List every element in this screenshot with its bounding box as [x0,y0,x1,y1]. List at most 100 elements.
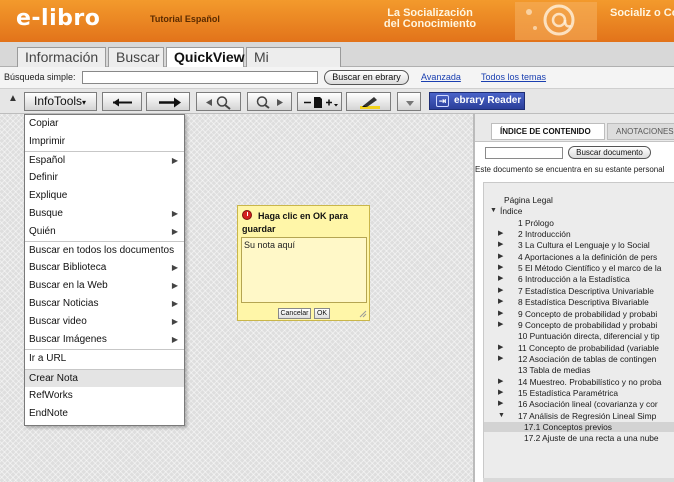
zoom-in-button[interactable] [247,92,292,111]
toc-item[interactable]: 10 Puntuación directa, diferencial y tip [484,331,674,341]
all-topics-link[interactable]: Todos los temas [481,72,546,82]
menu-item-quien[interactable]: Quién ▶ [25,223,184,241]
toc-item-label: 17.2 Ajuste de una recta a una nube [524,433,659,444]
collapsed-triangle-icon[interactable]: ▶ [498,274,503,284]
collapsed-triangle-icon[interactable]: ▶ [498,240,503,250]
toc-item[interactable]: ▶ 6 Introducción a la Estadística [484,274,674,284]
toc-item[interactable]: ▼ Índice [484,206,674,216]
menu-item-label: Crear Nota [29,373,78,384]
simple-search-bar: Búsqueda simple: Buscar en ebrary Avanza… [0,67,674,89]
toc-item[interactable]: ▶ 11 Concepto de probabilidad (variable [484,343,674,353]
note-textarea[interactable]: Su nota aquí [241,237,367,303]
collapsed-triangle-icon[interactable]: ▶ [498,388,503,398]
advanced-search-link[interactable]: Avanzada [421,72,461,82]
tab-anotaciones[interactable]: ANOTACIONES [607,123,674,140]
menu-item-explique[interactable]: Explique [25,187,184,205]
menu-item-buscar-imagenes[interactable]: Buscar Imágenes ▶ [25,331,184,349]
document-search-input[interactable] [485,147,563,159]
toc-item[interactable]: 17.2 Ajuste de una recta a una nube [484,433,674,443]
search-input[interactable] [82,71,318,84]
search-document-button[interactable]: Buscar documento [568,146,651,159]
toc-item[interactable]: ▶ 2 Introducción [484,229,674,239]
logo[interactable]: e-libro [16,6,100,31]
previous-page-button[interactable] [102,92,142,111]
menu-item-label: Buscar video [29,316,87,327]
highlighter-icon [360,97,380,109]
toc-item[interactable]: ▶ 15 Estadística Paramétrica [484,388,674,398]
menu-item-buscar-web[interactable]: Buscar en la Web ▶ [25,277,184,295]
toc-item[interactable]: ▶ 8 Estadística Descriptiva Bivariable [484,297,674,307]
menu-item-definir[interactable]: Definir [25,169,184,187]
menu-item-label: Buscar Imágenes [29,334,107,345]
collapsed-triangle-icon[interactable]: ▶ [498,320,503,330]
tab-buscar[interactable]: Buscar [108,47,164,67]
tab-indice-contenido[interactable]: ÍNDICE DE CONTENIDO [491,123,605,140]
forward-arrow-icon [159,97,181,108]
expanded-triangle-icon[interactable]: ▼ [490,206,497,216]
dropdown-icon [406,101,414,106]
toc-item[interactable]: ▶ 14 Muestreo. Probabilístico y no proba [484,377,674,387]
collapsed-triangle-icon[interactable]: ▶ [498,354,503,364]
menu-item-ir-url[interactable]: Ir a URL [25,349,184,367]
tab-mi-estanteria[interactable]: Mi Estantería [246,47,341,84]
menu-item-crear-nota[interactable]: Crear Nota [25,369,184,387]
toc-item-label: 4 Aportaciones a la definición de pers [518,251,658,262]
menu-item-buscar-noticias[interactable]: Buscar Noticias ▶ [25,295,184,313]
toc-item[interactable]: ▶ 3 La Cultura el Lenguaje y lo Social [484,240,674,250]
toc-item[interactable]: ▶ 12 Asociación de tablas de contingen [484,354,674,364]
toc-item[interactable]: 17.1 Conceptos previos [484,422,674,432]
next-page-button[interactable] [146,92,190,111]
menu-item-buscar-video[interactable]: Buscar video ▶ [25,313,184,331]
toc-item[interactable]: ▶ 5 El Método Científico y el marco de la [484,263,674,273]
menu-item-endnote[interactable]: EndNote [25,405,184,423]
collapsed-triangle-icon[interactable]: ▶ [498,377,503,387]
add-page-icon [304,97,338,108]
expanded-triangle-icon[interactable]: ▼ [498,411,505,421]
page-options-button[interactable] [297,92,342,111]
submenu-arrow-icon: ▶ [171,335,178,344]
sticky-note[interactable]: Haga clic en OK para guardar Su nota aqu… [237,205,370,321]
more-options-button[interactable] [397,92,421,111]
resize-grip-icon[interactable] [359,310,367,318]
toc-item[interactable]: ▶ 16 Asociación lineal (covarianza y cor [484,399,674,409]
tab-quickview[interactable]: QuickView [166,47,245,68]
menu-item-espanol[interactable]: Español ▶ [25,151,184,169]
note-ok-button[interactable]: OK [314,308,330,319]
toc-item-label: 13 Tabla de medias [518,365,591,376]
submenu-arrow-icon: ▶ [171,209,178,218]
collapsed-triangle-icon[interactable]: ▶ [498,297,503,307]
collapsed-triangle-icon[interactable]: ▶ [498,343,503,353]
menu-item-buscar-todos[interactable]: Buscar en todos los documentos [25,241,184,259]
toc-item[interactable]: ▶ 7 Estadística Descriptiva Univariable [484,286,674,296]
infotools-button[interactable]: InfoTools▾ [24,92,97,111]
toc-item[interactable]: ▶ 4 Aportaciones a la definición de pers [484,252,674,262]
menu-item-label: Explique [29,190,68,201]
toc-item[interactable]: 13 Tabla de medias [484,365,674,375]
collapse-toolbar-icon[interactable]: ▲ [8,93,18,104]
note-cancel-button[interactable]: Cancelar [278,308,311,319]
menu-item-copiar[interactable]: Copiar [25,115,184,133]
collapsed-triangle-icon[interactable]: ▶ [498,399,503,409]
menu-item-busque[interactable]: Busque ▶ [25,205,184,223]
toc-item[interactable]: ▼ 17 Análisis de Regresión Lineal Simp [484,411,674,421]
toc-item-label: 15 Estadística Paramétrica [518,387,619,398]
collapsed-triangle-icon[interactable]: ▶ [498,229,503,239]
menu-item-imprimir[interactable]: Imprimir [25,133,184,151]
zoom-out-button[interactable] [196,92,241,111]
highlight-button[interactable] [346,92,391,111]
submenu-arrow-icon: ▶ [171,299,178,308]
collapsed-triangle-icon[interactable]: ▶ [498,263,503,273]
ebrary-reader-button[interactable]: ⇥ ebrary Reader [429,92,525,110]
collapsed-triangle-icon[interactable]: ▶ [498,252,503,262]
tab-informacion[interactable]: Información [17,47,106,67]
toc-item-label: 9 Concepto de probabilidad y probabi [518,308,658,319]
toc-item[interactable]: ▶ 9 Concepto de probabilidad y probabi [484,309,674,319]
toc-item[interactable]: ▶ 9 Concepto de probabilidad y probabi [484,320,674,330]
collapsed-triangle-icon[interactable]: ▶ [498,309,503,319]
collapsed-triangle-icon[interactable]: ▶ [498,286,503,296]
toc-item[interactable]: 1 Prólogo [484,218,674,228]
menu-item-refworks[interactable]: RefWorks [25,387,184,405]
toc-item[interactable]: Página Legal [484,195,674,205]
menu-item-buscar-biblioteca[interactable]: Buscar Biblioteca ▶ [25,259,184,277]
search-ebrary-button[interactable]: Buscar en ebrary [324,70,409,85]
